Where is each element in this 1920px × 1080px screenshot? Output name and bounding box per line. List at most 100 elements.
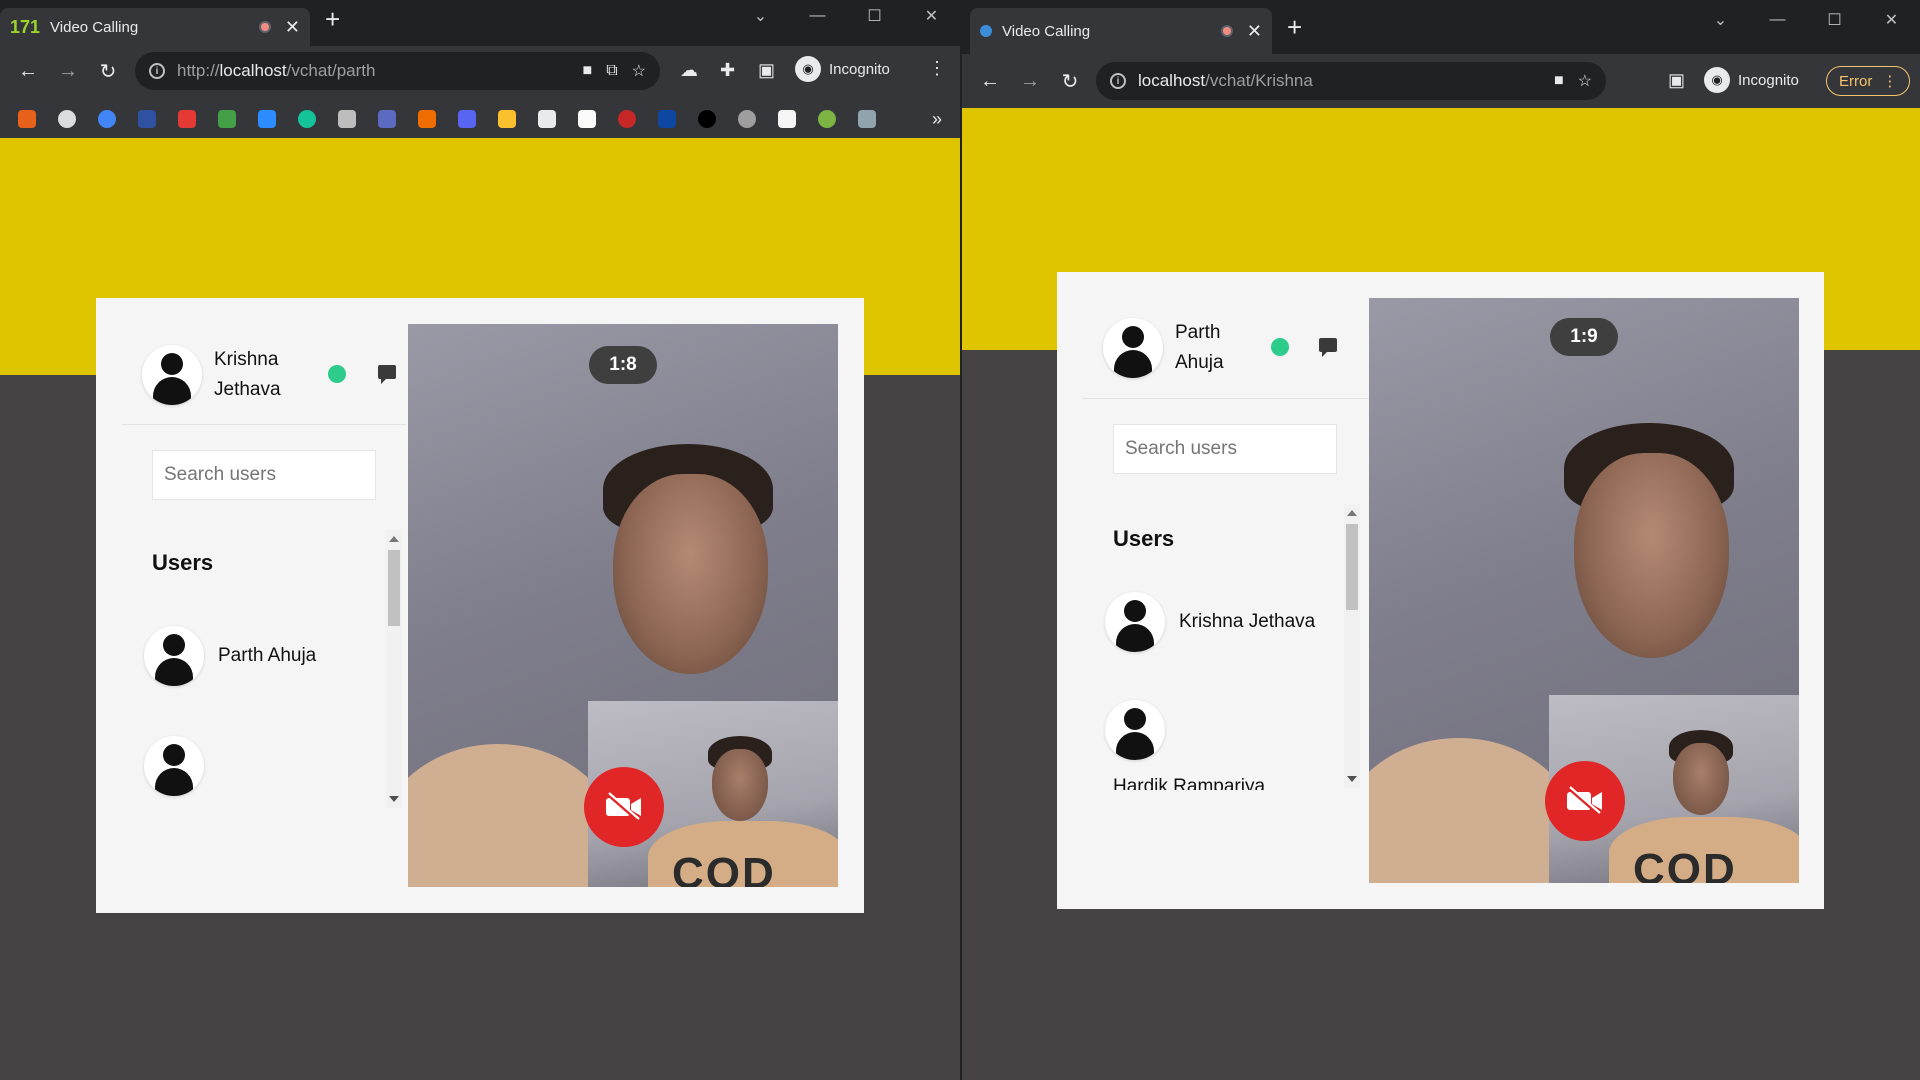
bookmark-icon[interactable] — [258, 110, 276, 128]
info-icon[interactable]: i — [149, 63, 165, 79]
bookmark-icon[interactable] — [498, 110, 516, 128]
user-avatar — [144, 626, 204, 686]
bookmark-icon[interactable] — [178, 110, 196, 128]
window-controls: ⌄ — ☐ ✕ — [1692, 4, 1920, 36]
new-tab-icon[interactable]: + — [1287, 12, 1302, 43]
user-avatar — [1105, 592, 1165, 652]
call-card: Krishna Jethava Users Parth Ahuja — [96, 298, 864, 913]
error-button[interactable]: Error ⋮ — [1826, 66, 1911, 96]
bookmark-icon[interactable] — [418, 110, 436, 128]
minimize-icon[interactable]: — — [789, 0, 846, 32]
video-off-icon — [606, 792, 641, 822]
right-browser-window: Video Calling ✕ + ⌄ — ☐ ✕ ← → ↻ i localh… — [962, 0, 1920, 1080]
arrow-right-icon[interactable]: → — [1010, 70, 1050, 93]
chat-bubble-icon[interactable] — [1319, 338, 1337, 357]
search-users-input[interactable] — [1113, 424, 1337, 474]
bookmark-icon[interactable] — [378, 110, 396, 128]
arrow-left-icon[interactable]: ← — [8, 60, 48, 83]
scroll-down-icon[interactable] — [389, 796, 399, 802]
user-item-parth[interactable]: Parth Ahuja — [144, 626, 316, 686]
url-host: localhost — [1138, 71, 1206, 90]
close-window-icon[interactable]: ✕ — [1863, 4, 1920, 36]
divider — [1083, 398, 1375, 399]
bookmark-icon[interactable] — [458, 110, 476, 128]
incognito-badge[interactable]: ◉ Incognito — [795, 56, 890, 82]
close-tab-icon[interactable]: ✕ — [1247, 21, 1262, 42]
user-avatar — [144, 736, 204, 796]
tab-video-calling[interactable]: 171 Video Calling ✕ — [0, 8, 310, 46]
bookmark-icon[interactable] — [618, 110, 636, 128]
star-icon[interactable]: ☆ — [1578, 71, 1592, 91]
remote-video: 1:9 COD — [1369, 298, 1799, 883]
remote-person-face — [613, 474, 768, 674]
chevron-down-icon[interactable]: ⌄ — [732, 0, 789, 32]
bookmark-icon[interactable] — [698, 110, 716, 128]
incognito-badge[interactable]: ◉ Incognito — [1704, 67, 1799, 93]
reload-icon[interactable]: ↻ — [88, 59, 128, 84]
minimize-icon[interactable]: — — [1749, 4, 1806, 36]
arrow-left-icon[interactable]: ← — [970, 70, 1010, 93]
reload-icon[interactable]: ↻ — [1050, 69, 1090, 94]
bookmark-icon[interactable] — [658, 110, 676, 128]
user-name[interactable]: Hardik Rampariya — [1113, 776, 1265, 790]
maximize-icon[interactable]: ☐ — [1806, 4, 1863, 36]
extension-cloud-icon[interactable]: ☁ — [680, 60, 698, 81]
users-list-viewport: Users Parth Ahuja — [136, 523, 396, 809]
remote-video: 1:8 COD — [408, 324, 838, 887]
bookmark-icon[interactable] — [18, 110, 36, 128]
info-icon[interactable]: i — [1110, 73, 1126, 89]
tab-video-calling[interactable]: Video Calling ✕ — [970, 8, 1272, 54]
bookmark-icon[interactable] — [858, 110, 876, 128]
users-scrollbar[interactable] — [386, 530, 402, 808]
bookmark-icon[interactable] — [138, 110, 156, 128]
search-users-input[interactable] — [152, 450, 376, 500]
call-card: Parth Ahuja Users Krishna Jethava Hardik… — [1057, 272, 1824, 909]
close-window-icon[interactable]: ✕ — [903, 0, 960, 32]
address-bar[interactable]: i http://localhost/vchat/parth ■ ⧉ ☆ — [135, 52, 660, 90]
bookmark-icon[interactable] — [218, 110, 236, 128]
scroll-thumb[interactable] — [388, 550, 400, 626]
menu-dots-icon[interactable]: ⋮ — [928, 58, 946, 79]
end-call-button[interactable] — [1545, 761, 1625, 841]
users-scrollbar[interactable] — [1344, 504, 1360, 788]
site-favicon-icon — [980, 25, 992, 37]
side-panel-icon[interactable]: ▣ — [1668, 70, 1685, 91]
bookmark-icon[interactable] — [818, 110, 836, 128]
remote-person-face — [1574, 453, 1729, 658]
chevron-down-icon[interactable]: ⌄ — [1692, 4, 1749, 36]
camera-icon[interactable]: ■ — [1554, 72, 1564, 90]
new-tab-icon[interactable]: + — [325, 4, 340, 35]
translate-icon[interactable]: ⧉ — [606, 62, 617, 80]
user-item[interactable] — [144, 736, 218, 796]
star-icon[interactable]: ☆ — [632, 61, 646, 81]
users-heading: Users — [1113, 526, 1175, 551]
bookmark-icon[interactable] — [338, 110, 356, 128]
maximize-icon[interactable]: ☐ — [846, 0, 903, 32]
more-bookmarks-icon[interactable]: » — [932, 109, 942, 130]
close-tab-icon[interactable]: ✕ — [285, 17, 300, 38]
end-call-button[interactable] — [584, 767, 664, 847]
user-avatar[interactable] — [1105, 700, 1165, 760]
address-bar[interactable]: i localhost/vchat/Krishna ■ ☆ — [1096, 62, 1606, 100]
scroll-up-icon[interactable] — [1347, 510, 1357, 516]
bookmark-icon[interactable] — [778, 110, 796, 128]
scroll-up-icon[interactable] — [389, 536, 399, 542]
url-host: localhost — [219, 61, 287, 80]
side-panel-icon[interactable]: ▣ — [758, 60, 775, 81]
bookmark-icon[interactable] — [58, 110, 76, 128]
arrow-right-icon[interactable]: → — [48, 60, 88, 83]
tab-strip: 171 Video Calling ✕ + ⌄ — ☐ ✕ — [0, 0, 960, 46]
bookmark-icon[interactable] — [298, 110, 316, 128]
bookmark-icon[interactable] — [538, 110, 556, 128]
bookmark-icon[interactable] — [578, 110, 596, 128]
chat-bubble-icon[interactable] — [378, 365, 396, 384]
scroll-thumb[interactable] — [1346, 524, 1358, 610]
camera-icon[interactable]: ■ — [583, 62, 593, 80]
scroll-down-icon[interactable] — [1347, 776, 1357, 782]
bookmark-icon[interactable] — [98, 110, 116, 128]
url-path: /vchat/Krishna — [1205, 71, 1313, 90]
bookmark-icon[interactable] — [738, 110, 756, 128]
puzzle-icon[interactable]: ✚ — [720, 60, 735, 81]
tab-title: Video Calling — [1002, 22, 1091, 40]
user-item-krishna[interactable]: Krishna Jethava — [1105, 592, 1315, 652]
